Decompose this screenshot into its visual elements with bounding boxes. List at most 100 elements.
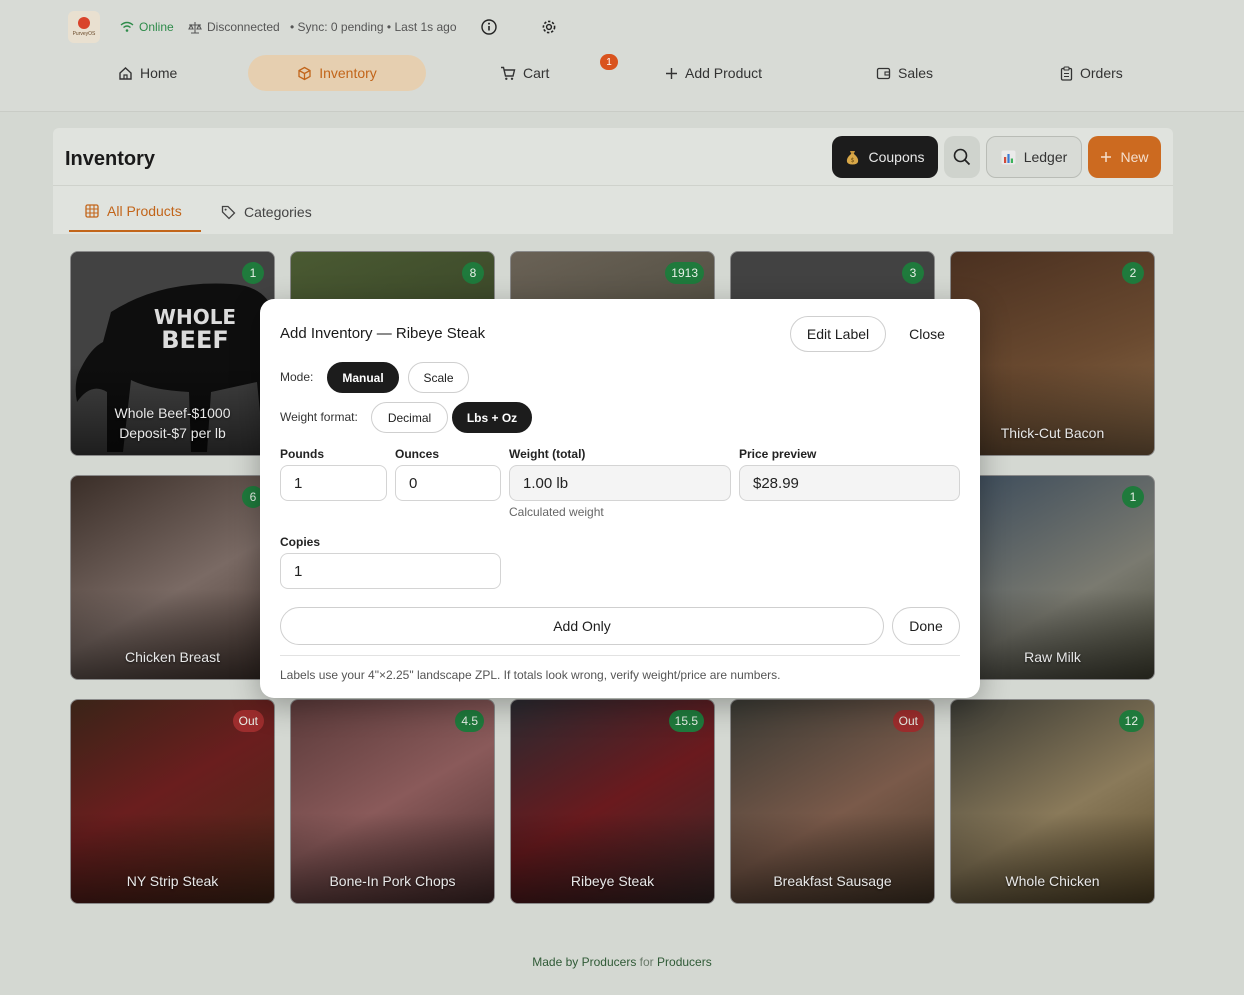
close-button[interactable]: Close: [894, 316, 960, 352]
stock-badge: 8: [462, 262, 484, 284]
product-name: NY Strip Steak: [126, 873, 219, 889]
product-card[interactable]: Bone-In Pork Chops 4.5: [290, 699, 495, 904]
product-card[interactable]: Ribeye Steak 15.5: [510, 699, 715, 904]
product-card[interactable]: Thick-Cut Bacon 2: [950, 251, 1155, 456]
coupons-button[interactable]: $ Coupons: [832, 136, 938, 178]
product-name: Whole Chicken: [1005, 873, 1100, 889]
weight-total-label: Weight (total): [509, 447, 586, 461]
product-name: Whole Beef-$1000 Deposit-$7 per lb: [114, 405, 231, 441]
ledger-button[interactable]: Ledger: [986, 136, 1082, 178]
weight-format-label: Weight format:: [280, 410, 358, 424]
online-status: Online: [120, 20, 174, 34]
copies-input[interactable]: 1: [280, 553, 501, 589]
mode-manual[interactable]: Manual: [327, 362, 399, 393]
stock-badge: Out: [232, 710, 264, 732]
stock-badge: 4.5: [455, 710, 484, 732]
new-button[interactable]: New: [1088, 136, 1161, 178]
nav-add-product-label: Add Product: [685, 65, 763, 81]
ounces-input[interactable]: 0: [395, 465, 501, 501]
stock-badge: 1913: [665, 262, 704, 284]
settings-button[interactable]: [540, 18, 558, 36]
info-icon: [481, 19, 497, 35]
tab-categories[interactable]: Categories: [221, 192, 312, 232]
tag-icon: [221, 205, 236, 219]
format-decimal[interactable]: Decimal: [371, 402, 448, 433]
product-card[interactable]: Whole Chicken 12: [950, 699, 1155, 904]
nav-cart-label: Cart: [523, 65, 550, 81]
wifi-icon: [120, 21, 134, 32]
tab-categories-label: Categories: [244, 204, 312, 220]
ledger-label: Ledger: [1023, 149, 1068, 165]
tab-all-products[interactable]: All Products: [69, 192, 201, 232]
scale-status: Disconnected: [188, 20, 280, 34]
sync-status: • Sync: 0 pending • Last 1s ago: [290, 20, 457, 34]
product-card[interactable]: Raw Milk 1: [950, 475, 1155, 680]
add-inventory-modal: Add Inventory — Ribeye Steak Edit Label …: [260, 299, 980, 698]
product-card[interactable]: WHOLE BEEF Whole Beef-$1000 Deposit-$7 p…: [70, 251, 275, 456]
product-name: Thick-Cut Bacon: [1000, 425, 1105, 441]
whole-beef-line2: BEEF: [161, 326, 228, 354]
box-icon: [298, 66, 311, 80]
product-name: Bone-In Pork Chops: [329, 873, 456, 889]
coupons-label: Coupons: [868, 149, 925, 165]
svg-text:$: $: [851, 157, 855, 164]
pounds-input[interactable]: 1: [280, 465, 387, 501]
product-name: Ribeye Steak: [570, 873, 655, 889]
gear-icon: [542, 20, 556, 34]
disconnected-label: Disconnected: [207, 20, 280, 34]
nav-inventory-label: Inventory: [319, 65, 377, 81]
header-divider: [53, 185, 1173, 186]
home-icon: [119, 66, 132, 80]
nav-orders-label: Orders: [1080, 65, 1123, 81]
logo-mark-icon: [78, 17, 90, 29]
stock-badge: 1: [242, 262, 264, 284]
footer-producers: Producers: [657, 955, 712, 969]
nav-orders[interactable]: Orders: [1060, 55, 1123, 91]
nav-home[interactable]: Home: [118, 55, 177, 91]
stock-badge: 1: [1122, 486, 1144, 508]
cart-icon: [501, 66, 516, 80]
done-button[interactable]: Done: [892, 607, 960, 645]
cart-count-badge: 1: [600, 54, 618, 70]
search-button[interactable]: [944, 136, 980, 178]
top-bar: PurveyOS Online Disconnected • Sync: 0 p…: [0, 0, 1244, 112]
footer: Made by Producers for Producers: [0, 955, 1244, 969]
grid-icon: [85, 204, 99, 218]
nav-home-label: Home: [140, 65, 178, 81]
inventory-panel: Inventory $ Coupons Ledger New All Produ…: [53, 128, 1173, 234]
nav-sales[interactable]: Sales: [876, 55, 933, 91]
money-bag-icon: $: [847, 151, 859, 165]
app-logo[interactable]: PurveyOS: [68, 11, 100, 43]
product-card[interactable]: NY Strip Steak Out: [70, 699, 275, 904]
price-preview-field: $28.99: [739, 465, 960, 501]
page-title: Inventory: [65, 148, 156, 170]
product-card[interactable]: Chicken Breast 6: [70, 475, 275, 680]
search-icon: [953, 148, 971, 166]
wallet-icon: [876, 67, 891, 80]
nav-add-product[interactable]: Add Product: [665, 55, 762, 91]
plus-icon: [666, 67, 677, 79]
mode-scale[interactable]: Scale: [408, 362, 469, 393]
info-button[interactable]: [480, 18, 498, 36]
copies-label: Copies: [280, 535, 321, 549]
weight-total-field: 1.00 lb: [509, 465, 731, 501]
add-only-button[interactable]: Add Only: [280, 607, 884, 645]
nav-inventory[interactable]: Inventory: [248, 55, 426, 91]
plus-icon: [1101, 152, 1112, 162]
label-footnote: Labels use your 4"×2.25" landscape ZPL. …: [280, 668, 781, 682]
modal-divider: [280, 655, 960, 656]
pounds-label: Pounds: [280, 447, 324, 461]
format-lbs-oz[interactable]: Lbs + Oz: [452, 402, 532, 433]
product-name: Chicken Breast: [125, 649, 220, 665]
edit-label-button[interactable]: Edit Label: [790, 316, 886, 352]
tab-all-products-label: All Products: [107, 203, 182, 219]
online-label: Online: [139, 20, 174, 34]
footer-for: for: [639, 955, 654, 969]
modal-title: Add Inventory — Ribeye Steak: [280, 325, 486, 342]
stock-badge: Out: [892, 710, 924, 732]
stock-badge: 2: [1122, 262, 1144, 284]
stock-badge: 15.5: [668, 710, 704, 732]
product-card[interactable]: Breakfast Sausage Out: [730, 699, 935, 904]
scale-icon: [188, 21, 202, 34]
nav-cart[interactable]: Cart: [500, 55, 549, 91]
